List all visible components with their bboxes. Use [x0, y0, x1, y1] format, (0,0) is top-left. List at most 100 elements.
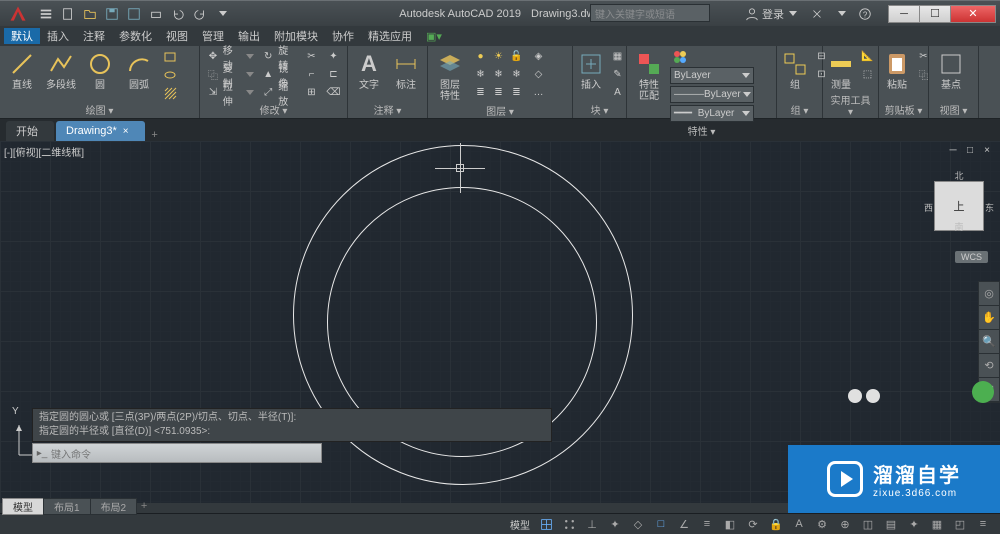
tab-expand-icon[interactable]: ▣▾	[419, 30, 449, 43]
hatch-icon[interactable]	[160, 84, 179, 101]
array-icon[interactable]: ⊞	[302, 84, 321, 101]
nav-pan-icon[interactable]: ✋	[979, 306, 999, 330]
sb-cycling-icon[interactable]: ⟳	[742, 515, 764, 533]
sb-grid-icon[interactable]	[535, 515, 557, 533]
redo-icon[interactable]	[190, 4, 210, 24]
tab-collab[interactable]: 协作	[325, 28, 361, 44]
sb-lineweight-icon[interactable]: ≡	[696, 515, 718, 533]
app-logo-icon[interactable]	[4, 2, 32, 26]
tab-insert[interactable]: 插入	[40, 28, 76, 44]
viewport-label[interactable]: [-][俯视][二维线框]	[4, 144, 84, 159]
edit-block-icon[interactable]: ✎	[608, 66, 627, 83]
lineweight-select[interactable]: ━━━ByLayer	[670, 105, 754, 122]
login-button[interactable]: 登录	[739, 6, 803, 22]
base-button[interactable]: 基点	[933, 48, 969, 91]
tab-featured[interactable]: 精选应用	[361, 28, 419, 44]
sb-custom-icon[interactable]: ≡	[972, 515, 994, 533]
sb-clean-icon[interactable]: ◰	[949, 515, 971, 533]
panel-util-title[interactable]: 实用工具 ▾	[827, 91, 874, 119]
vp-close-icon[interactable]: ×	[980, 144, 994, 156]
attr-icon[interactable]: A	[608, 84, 627, 101]
arc-button[interactable]: 圆弧	[121, 48, 157, 91]
match-props-button[interactable]: 特性 匹配	[631, 48, 667, 102]
status-indicator-icon[interactable]	[972, 381, 994, 403]
layouttab-layout1[interactable]: 布局1	[43, 498, 91, 515]
nav-wheel-icon[interactable]: ◎	[979, 282, 999, 306]
layer-props-button[interactable]: 图层 特性	[432, 48, 468, 102]
sb-annoscale-icon[interactable]: 🔒	[765, 515, 787, 533]
sb-otrack-icon[interactable]: ∠	[673, 515, 695, 533]
tab-default[interactable]: 默认	[4, 28, 40, 44]
add-layout-button[interactable]: +	[136, 500, 152, 512]
saveas-icon[interactable]	[124, 4, 144, 24]
sb-polar-icon[interactable]: ✦	[604, 515, 626, 533]
layer-select[interactable]: ByLayer	[670, 67, 754, 84]
sb-units-icon[interactable]: ◫	[857, 515, 879, 533]
minimize-button[interactable]: ─	[888, 5, 920, 23]
filetab-drawing3[interactable]: Drawing3*×	[56, 121, 145, 141]
panel-group-title[interactable]: 组 ▾	[781, 101, 818, 118]
offset-icon[interactable]: ⊏	[324, 66, 343, 83]
vp-minimize-icon[interactable]: ─	[946, 144, 960, 156]
insert-button[interactable]: 插入	[577, 48, 605, 91]
panel-clip-title[interactable]: 剪贴板 ▾	[883, 101, 924, 118]
tab-annotate[interactable]: 注释	[76, 28, 112, 44]
command-input[interactable]: ▸_ 键入命令	[32, 443, 322, 463]
group-button[interactable]: 组	[781, 48, 809, 91]
polyline-button[interactable]: 多段线	[43, 48, 79, 91]
rect-icon[interactable]	[160, 48, 179, 65]
panel-layers-title[interactable]: 图层 ▾	[432, 102, 568, 119]
panel-annot-title[interactable]: 注释 ▾	[352, 101, 423, 118]
sb-iso-icon[interactable]: ◇	[627, 515, 649, 533]
circle-button[interactable]: 圆	[82, 48, 118, 91]
sb-ortho-icon[interactable]: ⊥	[581, 515, 603, 533]
viewcube[interactable]: 北 西 东 上 南	[924, 171, 994, 261]
sb-workspace-icon[interactable]: ⚙	[811, 515, 833, 533]
filetab-start[interactable]: 开始	[6, 121, 54, 141]
nav-orbit-icon[interactable]: ⟲	[979, 354, 999, 378]
panel-block-title[interactable]: 块 ▾	[577, 101, 622, 118]
search-input[interactable]: 键入关键字或短语	[590, 4, 710, 22]
calc-icon[interactable]: 📐	[858, 48, 877, 65]
new-icon[interactable]	[58, 4, 78, 24]
erase-icon[interactable]: ⌫	[324, 84, 343, 101]
layer-iso-icon[interactable]: ◈	[529, 48, 548, 65]
explode-icon[interactable]: ✦	[324, 48, 343, 65]
create-block-icon[interactable]: ▦	[608, 48, 627, 65]
help-icon[interactable]: ?	[855, 4, 875, 24]
layouttab-layout2[interactable]: 布局2	[90, 498, 138, 515]
sb-hardware-icon[interactable]: ✦	[903, 515, 925, 533]
sb-transparency-icon[interactable]: ◧	[719, 515, 741, 533]
panel-props-title[interactable]: 特性 ▾	[631, 122, 772, 139]
tab-view[interactable]: 视图	[159, 28, 195, 44]
color-picker[interactable]	[670, 48, 754, 65]
qat-more-icon[interactable]	[212, 4, 232, 24]
sb-osnap-icon[interactable]: □	[650, 515, 672, 533]
sb-snap-icon[interactable]	[558, 515, 580, 533]
nav-zoom-icon[interactable]: 🔍	[979, 330, 999, 354]
exchange-icon[interactable]	[807, 4, 827, 24]
layouttab-model[interactable]: 模型	[2, 498, 44, 515]
panel-view-title[interactable]: 视图 ▾	[933, 101, 974, 118]
select-icon[interactable]: ⬚	[858, 66, 877, 83]
open-icon[interactable]	[80, 4, 100, 24]
new-tab-button[interactable]: +	[147, 129, 163, 141]
layer-off-icon[interactable]: ◇	[529, 66, 548, 83]
panel-modify-title[interactable]: 修改 ▾	[204, 101, 343, 118]
vp-maximize-icon[interactable]: □	[963, 144, 977, 156]
layer-match-icon[interactable]: ≣≣≣	[471, 84, 526, 101]
measure-button[interactable]: 测量	[827, 48, 855, 91]
line-button[interactable]: 直线	[4, 48, 40, 91]
text-button[interactable]: A文字	[352, 48, 386, 91]
qat-menu-icon[interactable]	[36, 4, 56, 24]
dimension-button[interactable]: 标注	[389, 48, 423, 91]
fillet-icon[interactable]: ⌐	[302, 66, 321, 83]
sb-quickprops-icon[interactable]: ▤	[880, 515, 902, 533]
help-dropdown-icon[interactable]	[831, 4, 851, 24]
paste-button[interactable]: 粘贴	[883, 48, 911, 91]
plot-icon[interactable]	[146, 4, 166, 24]
sb-isoviews-icon[interactable]: ▦	[926, 515, 948, 533]
close-tab-icon[interactable]: ×	[123, 126, 129, 137]
layer-freeze-icon[interactable]: ❄❄❄	[471, 66, 526, 83]
scale-button[interactable]: ⤢缩放	[259, 84, 299, 101]
